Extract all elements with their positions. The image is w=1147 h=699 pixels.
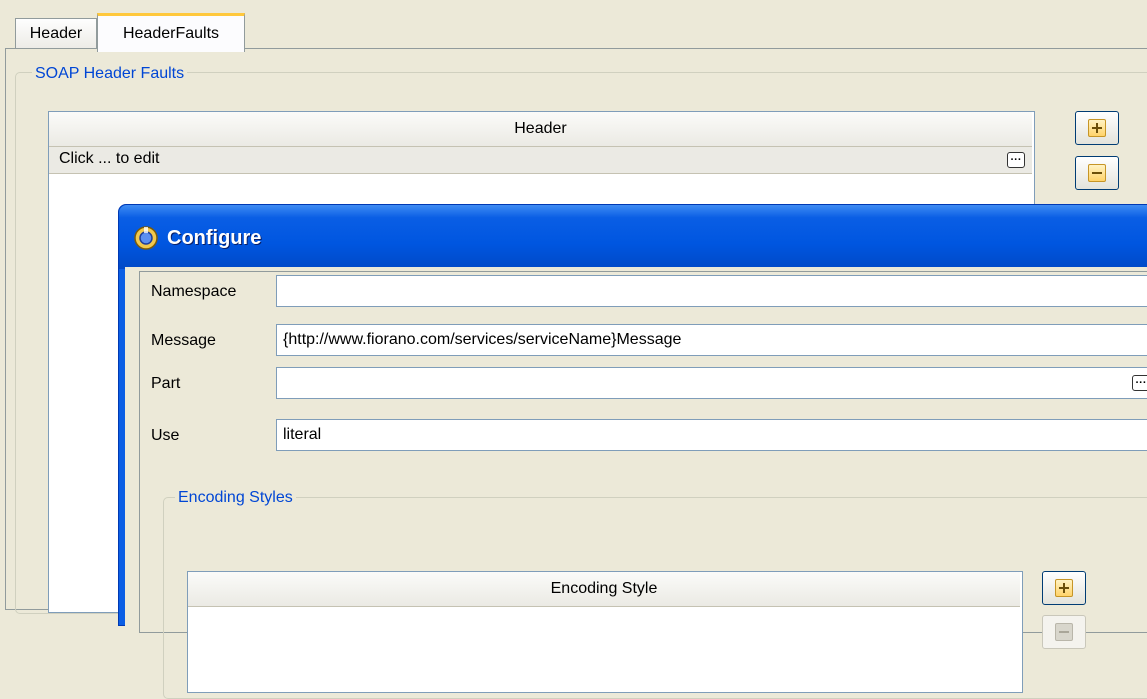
namespace-input[interactable] (276, 275, 1147, 307)
app-icon (134, 226, 158, 250)
row-text: Click ... to edit (59, 150, 160, 167)
use-label: Use (151, 427, 180, 444)
plus-icon (1055, 579, 1073, 597)
configure-dialog: Configure Namespace Message {http://www.… (118, 204, 1147, 699)
dialog-body: Namespace Message {http://www.fiorano.co… (125, 267, 1147, 699)
tab-header[interactable]: Header (15, 18, 97, 49)
group-title: SOAP Header Faults (32, 65, 188, 83)
add-header-button[interactable] (1075, 111, 1119, 145)
tab-strip: Header HeaderFaults (0, 0, 1147, 52)
column-header-header[interactable]: Header (49, 112, 1032, 147)
minus-icon (1088, 164, 1106, 182)
tab-headerfaults[interactable]: HeaderFaults (97, 13, 245, 52)
ellipsis-icon[interactable]: ··· (1007, 152, 1025, 168)
minus-icon (1055, 623, 1073, 641)
message-combo[interactable]: {http://www.fiorano.com/services/service… (276, 324, 1147, 356)
namespace-label: Namespace (151, 283, 237, 300)
part-label: Part (151, 375, 181, 392)
remove-encoding-style-button[interactable] (1042, 615, 1086, 649)
plus-icon (1088, 119, 1106, 137)
column-header-encoding-style[interactable]: Encoding Style (188, 572, 1020, 607)
ellipsis-icon[interactable]: ··· (1132, 375, 1147, 391)
add-encoding-style-button[interactable] (1042, 571, 1086, 605)
use-combo[interactable]: literal ▾ (276, 419, 1147, 451)
encoding-group-title: Encoding Styles (175, 489, 296, 507)
part-input[interactable]: ··· (276, 367, 1147, 399)
encoding-styles-table[interactable]: Encoding Style (187, 571, 1023, 693)
table-row[interactable]: Click ... to edit ··· (49, 147, 1032, 174)
dialog-titlebar[interactable]: Configure (119, 205, 1147, 269)
dialog-title: Configure (167, 227, 262, 249)
remove-header-button[interactable] (1075, 156, 1119, 190)
message-label: Message (151, 332, 216, 349)
